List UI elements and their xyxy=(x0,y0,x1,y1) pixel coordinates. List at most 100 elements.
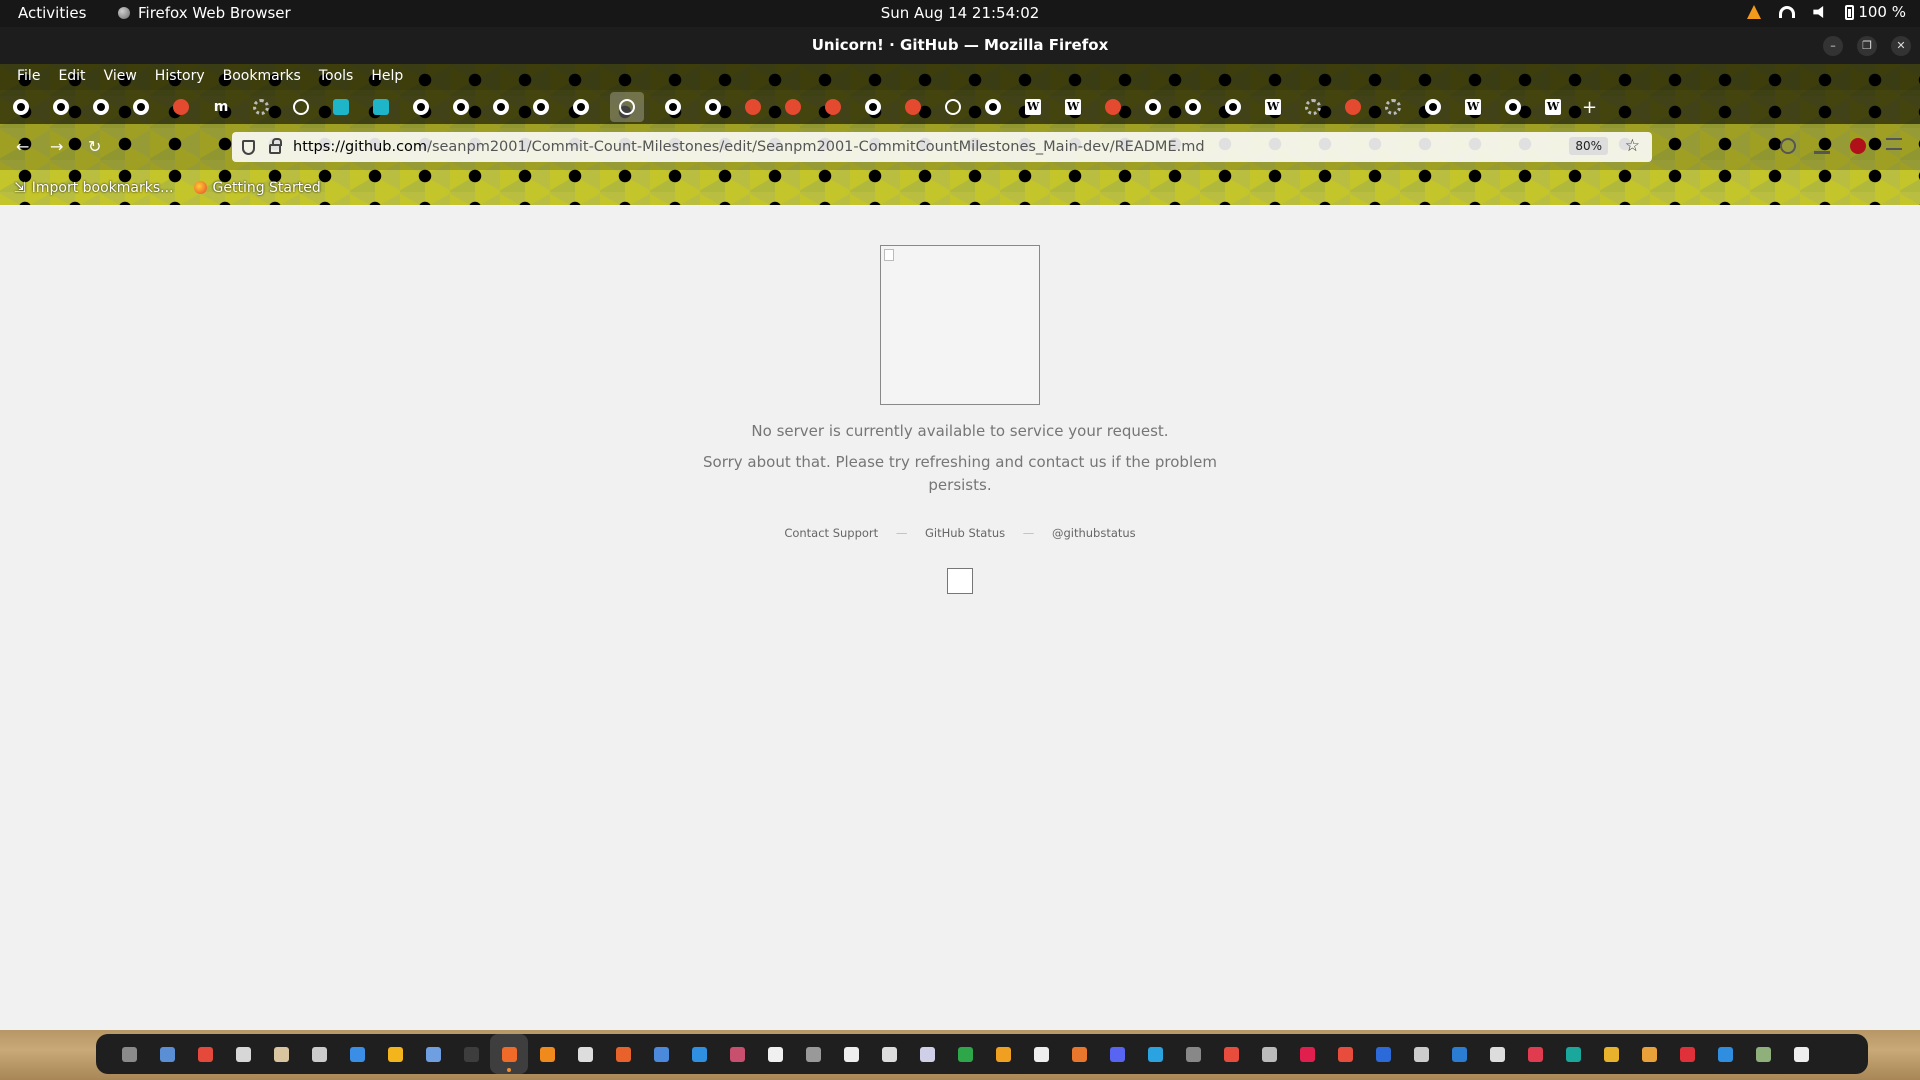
tab-16[interactable] xyxy=(662,96,684,118)
tab-37[interactable] xyxy=(1502,96,1524,118)
reload-button[interactable]: ↻ xyxy=(88,137,101,156)
dock-draw[interactable] xyxy=(1022,1034,1060,1074)
tab-33[interactable] xyxy=(1342,96,1364,118)
dock-percent[interactable] xyxy=(1250,1034,1288,1074)
dock-ink[interactable] xyxy=(794,1034,832,1074)
tab-26[interactable]: W xyxy=(1062,96,1084,118)
dock-app-grid[interactable] xyxy=(1782,1034,1820,1074)
tab-4[interactable] xyxy=(170,96,192,118)
tab-23[interactable] xyxy=(942,96,964,118)
dock-software[interactable] xyxy=(604,1034,642,1074)
bookmark-star-icon[interactable]: ☆ xyxy=(1625,136,1640,156)
dock-screenshot[interactable] xyxy=(300,1034,338,1074)
tab-32[interactable] xyxy=(1302,96,1324,118)
tab-19[interactable] xyxy=(782,96,804,118)
dock-steam-dark[interactable] xyxy=(1402,1034,1440,1074)
dock-archive[interactable] xyxy=(262,1034,300,1074)
dock-firefox[interactable] xyxy=(490,1034,528,1074)
pocket-toolbar-icon[interactable] xyxy=(1780,138,1796,154)
tab-31[interactable]: W xyxy=(1262,96,1284,118)
tab-15[interactable] xyxy=(610,92,644,122)
dock-terminal[interactable] xyxy=(452,1034,490,1074)
dock-slides[interactable] xyxy=(984,1034,1022,1074)
menu-help[interactable]: Help xyxy=(362,64,412,90)
dock-heart-app[interactable] xyxy=(1516,1034,1554,1074)
dock-cube[interactable] xyxy=(870,1034,908,1074)
new-tab-button[interactable]: + xyxy=(1582,97,1597,118)
tab-22[interactable] xyxy=(902,96,924,118)
tab-1[interactable] xyxy=(50,96,72,118)
dock-text-editor[interactable] xyxy=(414,1034,452,1074)
dock-help[interactable] xyxy=(680,1034,718,1074)
url-text[interactable]: https://github.com/seanpm2001/Commit-Cou… xyxy=(293,139,1205,155)
url-bar[interactable]: https://github.com/seanpm2001/Commit-Cou… xyxy=(232,132,1652,162)
githubstatus-twitter-link[interactable]: @githubstatus xyxy=(1052,526,1136,540)
getting-started-link[interactable]: Getting Started xyxy=(193,180,321,196)
dock-calendar[interactable] xyxy=(642,1034,680,1074)
dock-notes[interactable] xyxy=(224,1034,262,1074)
dock-record[interactable] xyxy=(1288,1034,1326,1074)
close-button[interactable]: ✕ xyxy=(1891,36,1911,56)
tab-18[interactable] xyxy=(742,96,764,118)
dock-red-app[interactable] xyxy=(1668,1034,1706,1074)
tab-28[interactable] xyxy=(1142,96,1164,118)
activities-button[interactable]: Activities xyxy=(18,4,86,22)
tab-8[interactable] xyxy=(330,96,352,118)
tab-35[interactable] xyxy=(1422,96,1444,118)
ublock-icon[interactable] xyxy=(1850,138,1866,154)
dock-inkscape[interactable] xyxy=(832,1034,870,1074)
import-bookmarks-link[interactable]: ⇲ Import bookmarks... xyxy=(14,180,174,196)
dock-chrome[interactable] xyxy=(186,1034,224,1074)
tab-27[interactable] xyxy=(1102,96,1124,118)
tab-38[interactable]: W xyxy=(1542,96,1564,118)
tab-3[interactable] xyxy=(130,96,152,118)
tab-7[interactable] xyxy=(290,96,312,118)
dock-gift[interactable] xyxy=(1326,1034,1364,1074)
dock-file-manager[interactable] xyxy=(148,1034,186,1074)
menu-tools[interactable]: Tools xyxy=(310,64,363,90)
tab-30[interactable] xyxy=(1222,96,1244,118)
contact-support-link[interactable]: Contact Support xyxy=(784,526,878,540)
tab-13[interactable] xyxy=(530,96,552,118)
dock-steam[interactable] xyxy=(1174,1034,1212,1074)
tab-0[interactable] xyxy=(10,96,32,118)
tab-9[interactable] xyxy=(370,96,392,118)
tab-11[interactable] xyxy=(450,96,472,118)
tab-20[interactable] xyxy=(822,96,844,118)
minimize-button[interactable]: – xyxy=(1823,36,1843,56)
dock-calc-sheet[interactable] xyxy=(376,1034,414,1074)
tracking-protection-icon[interactable] xyxy=(242,139,255,155)
zoom-indicator[interactable]: 80% xyxy=(1569,137,1608,155)
app-menu[interactable]: Firefox Web Browser xyxy=(118,4,291,22)
tab-10[interactable] xyxy=(410,96,432,118)
dock-spreadsheet[interactable] xyxy=(946,1034,984,1074)
tab-21[interactable] xyxy=(862,96,884,118)
dock-impress[interactable] xyxy=(1060,1034,1098,1074)
dock-camera[interactable] xyxy=(756,1034,794,1074)
tab-2[interactable] xyxy=(90,96,112,118)
back-button[interactable]: ← xyxy=(16,137,29,156)
tab-34[interactable] xyxy=(1382,96,1404,118)
dock-teal-app[interactable] xyxy=(1554,1034,1592,1074)
hamburger-menu-icon[interactable] xyxy=(1886,138,1902,150)
tab-12[interactable] xyxy=(490,96,512,118)
lock-icon[interactable] xyxy=(269,138,282,154)
dock-telegram[interactable] xyxy=(1136,1034,1174,1074)
dock-pdf[interactable] xyxy=(1212,1034,1250,1074)
maximize-button[interactable]: ❐ xyxy=(1857,36,1877,56)
dock-github-desktop[interactable] xyxy=(1478,1034,1516,1074)
dock-writer[interactable] xyxy=(338,1034,376,1074)
dock-outlook[interactable] xyxy=(1440,1034,1478,1074)
dock-vscode[interactable] xyxy=(1706,1034,1744,1074)
menu-file[interactable]: File xyxy=(8,64,49,90)
dock-vlc[interactable] xyxy=(528,1034,566,1074)
tab-5[interactable]: m xyxy=(210,96,232,118)
tab-36[interactable]: W xyxy=(1462,96,1484,118)
dock-obs[interactable] xyxy=(566,1034,604,1074)
system-tray[interactable]: 100 % xyxy=(1747,3,1906,21)
forward-button[interactable]: → xyxy=(50,137,63,156)
dock-disk[interactable] xyxy=(908,1034,946,1074)
dock-files-app[interactable] xyxy=(110,1034,148,1074)
tab-24[interactable] xyxy=(982,96,1004,118)
vlc-tray-icon[interactable] xyxy=(1747,5,1762,19)
